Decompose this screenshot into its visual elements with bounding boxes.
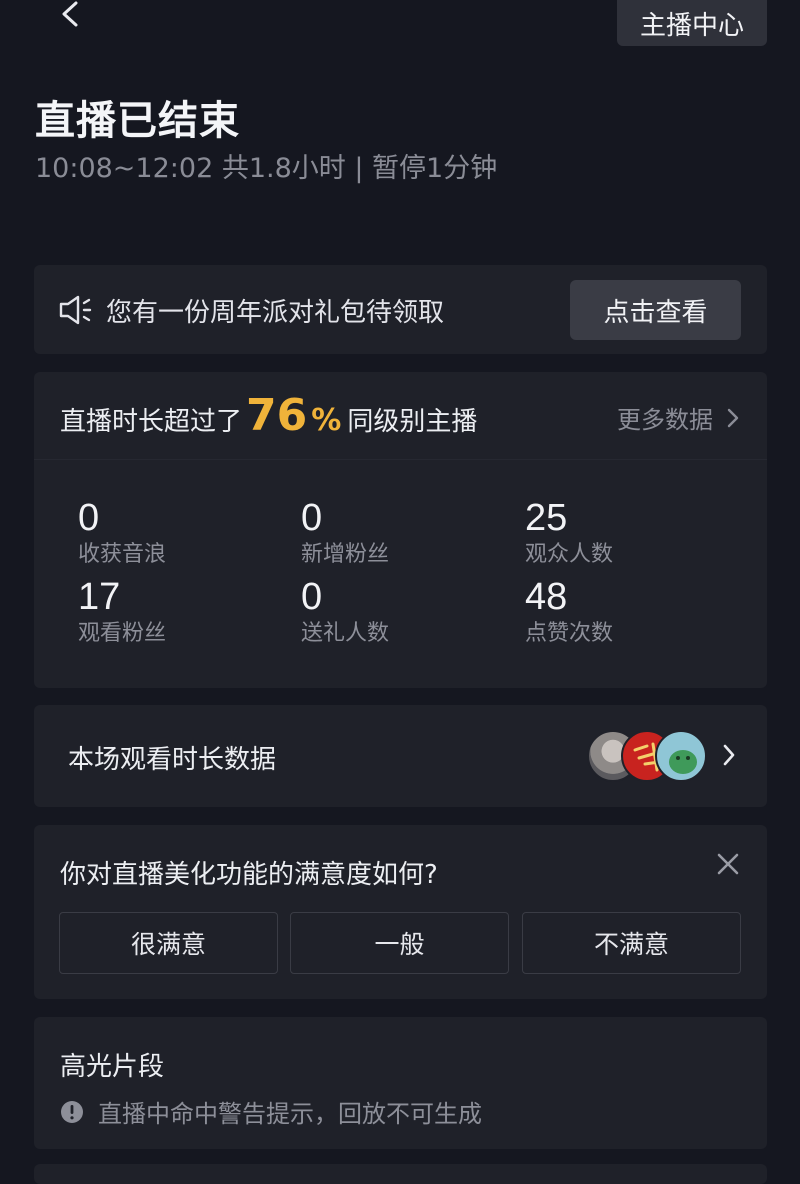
stat-value: 0 [301,497,323,539]
stats-header: 直播时长超过了 76% 同级别主播 更多数据 [34,372,767,460]
stat-value: 48 [525,576,568,618]
watch-duration-row[interactable]: 本场观看时长数据 [34,705,767,807]
host-center-button[interactable]: 主播中心 [617,0,767,46]
rank-percent: 76 [246,390,308,441]
rank-prefix: 直播时长超过了 [60,407,243,437]
highlights-title: 高光片段 [60,1052,165,1082]
next-card-edge [34,1164,767,1184]
option-unsatisfied[interactable]: 不满意 [522,912,741,974]
avatar [655,730,707,782]
speaker-icon [59,295,92,325]
highlights-card: 高光片段 直播中命中警告提示，回放不可生成 [34,1017,767,1149]
stat-gift-senders: 0 送礼人数 [301,575,501,649]
stat-viewers: 25 观众人数 [525,496,725,570]
warning-icon [61,1100,83,1123]
satisfaction-survey: 你对直播美化功能的满意度如何? 很满意 一般 不满意 [34,825,767,999]
more-data-link[interactable]: 更多数据 [617,400,739,435]
rank-percent-sign: % [311,403,342,438]
chevron-right-icon [727,408,739,427]
stat-value: 0 [301,576,323,618]
stat-label: 点赞次数 [525,621,614,646]
more-data-label: 更多数据 [617,406,713,434]
stat-label: 送礼人数 [301,621,390,646]
stat-value: 0 [78,497,100,539]
view-gift-button[interactable]: 点击查看 [570,280,741,340]
gift-banner-text: 您有一份周年派对礼包待领取 [106,298,445,328]
stat-likes: 48 点赞次数 [525,575,725,649]
rank-suffix: 同级别主播 [347,407,478,437]
option-neutral[interactable]: 一般 [290,912,509,974]
stats-card: 直播时长超过了 76% 同级别主播 更多数据 0 收获音浪 0 新增粉丝 25 … [34,372,767,688]
stat-label: 收获音浪 [78,542,167,567]
stat-sound-waves: 0 收获音浪 [78,496,278,570]
page-title: 直播已结束 [35,98,240,144]
rank-summary: 直播时长超过了 76% 同级别主播 [60,390,477,441]
watch-duration-title: 本场观看时长数据 [68,745,277,775]
close-icon[interactable] [716,852,740,876]
stat-value: 17 [78,576,121,618]
stat-new-fans: 0 新增粉丝 [301,496,501,570]
back-button[interactable] [48,0,92,30]
highlights-warning: 直播中命中警告提示，回放不可生成 [60,1094,482,1129]
gift-banner: 您有一份周年派对礼包待领取 点击查看 [34,265,767,354]
option-very-satisfied[interactable]: 很满意 [59,912,278,974]
chevron-right-icon [723,744,735,766]
stat-label: 观看粉丝 [78,621,167,646]
survey-question: 你对直播美化功能的满意度如何? [60,860,438,890]
stat-label: 新增粉丝 [301,542,390,567]
stat-label: 观众人数 [525,542,614,567]
stat-value: 25 [525,497,568,539]
avatar-art [669,750,697,774]
stat-fan-viewers: 17 观看粉丝 [78,575,278,649]
session-time-info: 10:08~12:02 共1.8小时 | 暂停1分钟 [35,153,498,184]
chevron-left-icon [62,1,78,27]
highlights-warning-text: 直播中命中警告提示，回放不可生成 [98,1100,482,1128]
